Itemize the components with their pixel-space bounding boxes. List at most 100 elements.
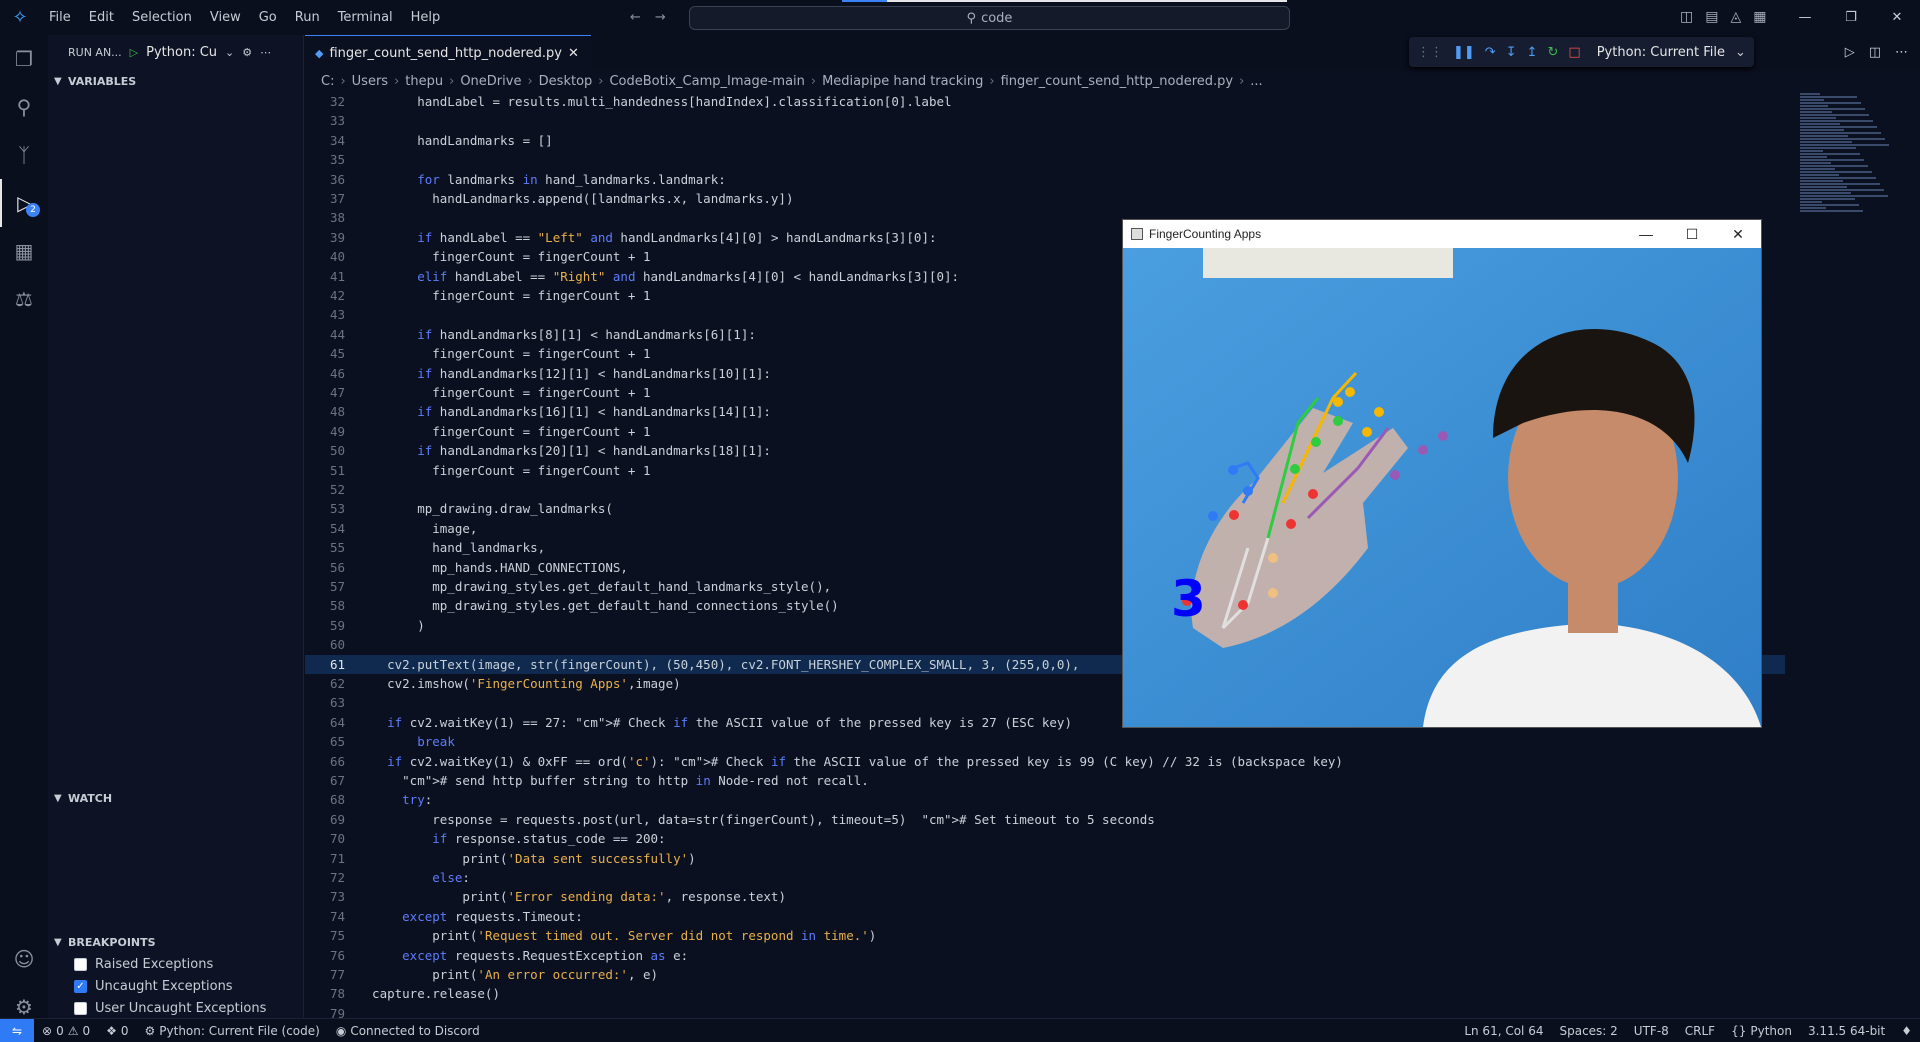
testing-icon[interactable]: ⚖ <box>0 275 48 323</box>
breadcrumb-segment[interactable]: Users <box>352 74 388 89</box>
code-line[interactable]: 72 else: <box>305 868 1785 887</box>
breadcrumb-segment[interactable]: thepu <box>405 74 443 89</box>
language-mode[interactable]: {} Python <box>1723 1024 1800 1038</box>
raised-exceptions-checkbox[interactable] <box>74 957 87 971</box>
menu-help[interactable]: Help <box>402 0 450 35</box>
explorer-icon[interactable]: ❐ <box>0 35 48 83</box>
debug-config-name[interactable]: Python: Current File <box>1597 45 1725 60</box>
run-config-indicator[interactable]: ⚙ Python: Current File (code) <box>137 1024 328 1038</box>
close-window-icon[interactable]: ✕ <box>1874 0 1920 35</box>
indentation[interactable]: Spaces: 2 <box>1551 1024 1625 1038</box>
extensions-icon[interactable]: ▦ <box>0 227 48 275</box>
notifications-bell-icon[interactable]: ♦ <box>1893 1024 1920 1038</box>
code-line[interactable]: 35 <box>305 150 1785 169</box>
code-line[interactable]: 71 print('Data sent successfully') <box>305 849 1785 868</box>
menu-run[interactable]: Run <box>286 0 329 35</box>
gear-icon[interactable]: ⚙ <box>242 46 252 59</box>
menu-edit[interactable]: Edit <box>80 0 123 35</box>
line-ending[interactable]: CRLF <box>1677 1024 1723 1038</box>
pause-icon[interactable]: ❚❚ <box>1453 45 1475 60</box>
code-line[interactable]: 78 capture.release() <box>305 984 1785 1003</box>
code-line[interactable]: 69 response = requests.post(url, data=st… <box>305 810 1785 829</box>
code-line[interactable]: 77 print('An error occurred:', e) <box>305 965 1785 984</box>
breakpoint-raised-exceptions[interactable]: Raised Exceptions <box>48 953 304 975</box>
discord-indicator[interactable]: ◉ Connected to Discord <box>328 1024 488 1038</box>
breadcrumb-segment[interactable]: OneDrive <box>460 74 521 89</box>
more-actions-icon[interactable]: ⋯ <box>1895 35 1908 70</box>
code-line[interactable]: 76 except requests.RequestException as e… <box>305 946 1785 965</box>
command-center-search[interactable]: ⚲ code <box>689 6 1290 30</box>
editor-tab-active[interactable]: ◆ finger_count_send_http_nodered.py ✕ <box>305 35 591 70</box>
code-line[interactable]: 33 <box>305 111 1785 130</box>
customize-layout-icon[interactable]: ▦ <box>1753 0 1766 35</box>
breadcrumb-segment[interactable]: Desktop <box>539 74 593 89</box>
minimap[interactable] <box>1800 92 1900 292</box>
breadcrumb-segment[interactable]: ... <box>1250 74 1262 89</box>
source-control-icon[interactable]: ᛉ <box>0 131 48 179</box>
toggle-secondary-sidebar-icon[interactable]: ◬ <box>1730 0 1741 35</box>
app-window-icon <box>1131 228 1143 240</box>
stop-icon[interactable]: □ <box>1568 45 1580 60</box>
run-file-icon[interactable]: ▷ <box>1845 35 1855 70</box>
menu-file[interactable]: File <box>40 0 80 35</box>
code-line[interactable]: 34 handLandmarks = [] <box>305 131 1785 150</box>
breadcrumb-segment[interactable]: Mediapipe hand tracking <box>822 74 983 89</box>
user-uncaught-exceptions-checkbox[interactable] <box>74 1001 87 1015</box>
code-line[interactable]: 75 print('Request timed out. Server did … <box>305 926 1785 945</box>
breakpoints-section-header[interactable]: ▼ BREAKPOINTS <box>48 931 304 953</box>
search-view-icon[interactable]: ⚲ <box>0 83 48 131</box>
step-out-icon[interactable]: ↥ <box>1527 45 1538 60</box>
ports-indicator[interactable]: ❖ 0 <box>98 1024 136 1038</box>
toggle-panel-icon[interactable]: ▤ <box>1705 0 1718 35</box>
restore-icon[interactable]: ❐ <box>1828 0 1874 35</box>
drag-grip-icon[interactable]: ⋮⋮ <box>1417 45 1443 60</box>
code-line[interactable]: 66 if cv2.waitKey(1) & 0xFF == ord('c'):… <box>305 752 1785 771</box>
problems-indicator[interactable]: ⊗ 0 ⚠ 0 <box>34 1024 98 1038</box>
chevron-down-icon[interactable]: ⌄ <box>225 46 234 59</box>
uncaught-exceptions-checkbox[interactable]: ✓ <box>74 979 87 993</box>
remote-indicator-icon[interactable]: ⇋ <box>0 1018 34 1042</box>
watch-section-header[interactable]: ▼ WATCH <box>48 787 304 809</box>
start-debugging-icon[interactable]: ▷ <box>130 46 138 59</box>
back-arrow-icon[interactable]: ← <box>630 0 641 35</box>
encoding[interactable]: UTF-8 <box>1626 1024 1677 1038</box>
breakpoint-uncaught-exceptions[interactable]: ✓ Uncaught Exceptions <box>48 975 304 997</box>
menu-terminal[interactable]: Terminal <box>329 0 402 35</box>
step-into-icon[interactable]: ↧ <box>1506 45 1517 60</box>
cursor-position[interactable]: Ln 61, Col 64 <box>1456 1024 1551 1038</box>
forward-arrow-icon[interactable]: → <box>655 0 666 35</box>
minimize-icon[interactable]: — <box>1782 0 1828 35</box>
code-line[interactable]: 68 try: <box>305 790 1785 809</box>
breadcrumb-segment[interactable]: CodeBotix_Camp_Image-main <box>609 74 804 89</box>
menu-view[interactable]: View <box>201 0 250 35</box>
split-editor-icon[interactable]: ◫ <box>1869 35 1881 70</box>
code-line[interactable]: 37 handLandmarks.append([landmarks.x, la… <box>305 189 1785 208</box>
breadcrumb-segment[interactable]: C: <box>321 74 334 89</box>
code-line[interactable]: 65 break <box>305 732 1785 751</box>
chevron-down-icon[interactable]: ⌄ <box>1735 45 1746 60</box>
menu-selection[interactable]: Selection <box>123 0 201 35</box>
minimize-icon[interactable]: — <box>1623 220 1669 248</box>
close-window-icon[interactable]: ✕ <box>1715 220 1761 248</box>
breakpoint-user-uncaught-exceptions[interactable]: User Uncaught Exceptions <box>48 997 304 1019</box>
maximize-icon[interactable]: ☐ <box>1669 220 1715 248</box>
variables-section-header[interactable]: ▼ VARIABLES <box>48 70 303 92</box>
code-line[interactable]: 67 "cm"># send http buffer string to htt… <box>305 771 1785 790</box>
close-tab-icon[interactable]: ✕ <box>568 46 579 61</box>
code-line[interactable]: 70 if response.status_code == 200: <box>305 829 1785 848</box>
toggle-sidebar-icon[interactable]: ◫ <box>1680 0 1693 35</box>
code-line[interactable]: 32 handLabel = results.multi_handedness[… <box>305 92 1785 111</box>
code-line[interactable]: 36 for landmarks in hand_landmarks.landm… <box>305 170 1785 189</box>
code-line[interactable]: 74 except requests.Timeout: <box>305 907 1785 926</box>
menu-go[interactable]: Go <box>250 0 286 35</box>
more-actions-icon[interactable]: ⋯ <box>260 46 271 59</box>
step-over-icon[interactable]: ↷ <box>1485 45 1496 60</box>
debug-config-select[interactable]: Python: Cu <box>146 45 217 60</box>
app-window-titlebar[interactable]: FingerCounting Apps — ☐ ✕ <box>1123 220 1761 248</box>
account-icon[interactable]: ☺ <box>0 935 48 983</box>
interpreter-version[interactable]: 3.11.5 64-bit <box>1800 1024 1893 1038</box>
code-line[interactable]: 73 print('Error sending data:', response… <box>305 887 1785 906</box>
run-debug-icon[interactable]: ▷ 2 <box>0 179 48 227</box>
breadcrumb-segment[interactable]: finger_count_send_http_nodered.py <box>1001 74 1233 89</box>
restart-icon[interactable]: ↻ <box>1548 45 1559 60</box>
